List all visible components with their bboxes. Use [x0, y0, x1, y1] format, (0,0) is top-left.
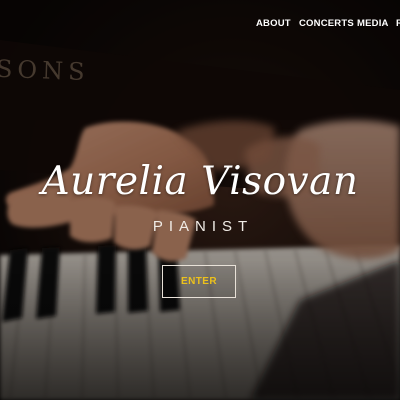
enter-button[interactable]: ENTER [162, 265, 236, 298]
nav-media-link[interactable]: MEDIA [357, 17, 389, 31]
main-navigation: ABOUT CONCERTS MEDIA R [0, 17, 400, 31]
landing-page: SONS ABOUT CONCERTS MEDIA R Aurelia Viso… [0, 0, 400, 400]
nav-concerts-link[interactable]: CONCERTS [299, 17, 354, 31]
hero-title: Aurelia Visovan [41, 159, 359, 204]
hero-subtitle: PIANIST [152, 218, 254, 235]
nav-about-link[interactable]: ABOUT [256, 17, 291, 31]
nav-overflow-link[interactable]: R [396, 17, 400, 31]
